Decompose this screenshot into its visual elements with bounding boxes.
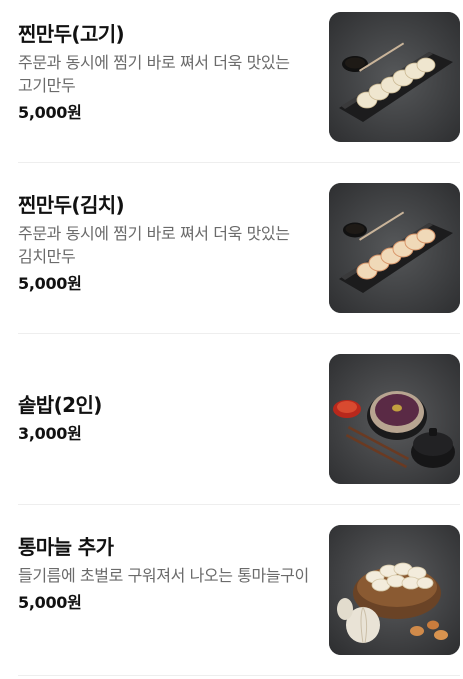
menu-item-description: 주문과 동시에 찜기 바로 쪄서 더욱 맛있는 고기만두 <box>18 53 290 95</box>
menu-item-pot-rice[interactable]: 솥밥(2인) 3,000원 <box>18 354 460 505</box>
menu-item-description: 주문과 동시에 찜기 바로 쪄서 더욱 맛있는 김치만두 <box>18 224 290 266</box>
menu-item-name: 솥밥(2인) <box>18 393 102 417</box>
menu-item-text: 찐만두(김치) 주문과 동시에 찜기 바로 쪄서 더욱 맛있는 김치만두 5,0… <box>18 192 313 295</box>
menu-item-whole-garlic[interactable]: 통마늘 추가 들기름에 초벌로 구워져서 나오는 통마늘구이 5,000원 <box>18 525 460 676</box>
pot-rice-photo[interactable] <box>329 354 460 484</box>
whole-garlic-photo[interactable] <box>329 525 460 655</box>
steamed-dumplings-meat-photo-art <box>329 12 460 142</box>
menu-item-name: 통마늘 추가 <box>18 535 114 559</box>
menu-item-name: 찐만두(김치) <box>18 193 125 217</box>
menu-item-price: 5,000원 <box>18 593 82 612</box>
menu-item-steamed-dumpling-meat[interactable]: 찐만두(고기) 주문과 동시에 찜기 바로 쪄서 더욱 맛있는 고기만두 5,0… <box>18 12 460 163</box>
steamed-dumplings-meat-photo[interactable] <box>329 12 460 142</box>
whole-garlic-photo-art <box>329 525 460 655</box>
menu-item-price: 5,000원 <box>18 274 82 293</box>
pot-rice-photo-art <box>329 354 460 484</box>
menu-item-text: 통마늘 추가 들기름에 초벌로 구워져서 나오는 통마늘구이 5,000원 <box>18 534 313 614</box>
menu-item-steamed-dumpling-kimchi[interactable]: 찐만두(김치) 주문과 동시에 찜기 바로 쪄서 더욱 맛있는 김치만두 5,0… <box>18 183 460 334</box>
menu-item-price: 5,000원 <box>18 103 82 122</box>
menu-item-price: 3,000원 <box>18 424 82 443</box>
menu-item-text: 솥밥(2인) 3,000원 <box>18 392 313 445</box>
menu-item-description: 들기름에 초벌로 구워져서 나오는 통마늘구이 <box>18 566 309 585</box>
menu-list: 찐만두(고기) 주문과 동시에 찜기 바로 쪄서 더욱 맛있는 고기만두 5,0… <box>0 0 463 679</box>
steamed-dumplings-kimchi-photo[interactable] <box>329 183 460 313</box>
menu-item-name: 찐만두(고기) <box>18 22 125 46</box>
steamed-dumplings-kimchi-photo-art <box>329 183 460 313</box>
menu-item-text: 찐만두(고기) 주문과 동시에 찜기 바로 쪄서 더욱 맛있는 고기만두 5,0… <box>18 21 313 124</box>
